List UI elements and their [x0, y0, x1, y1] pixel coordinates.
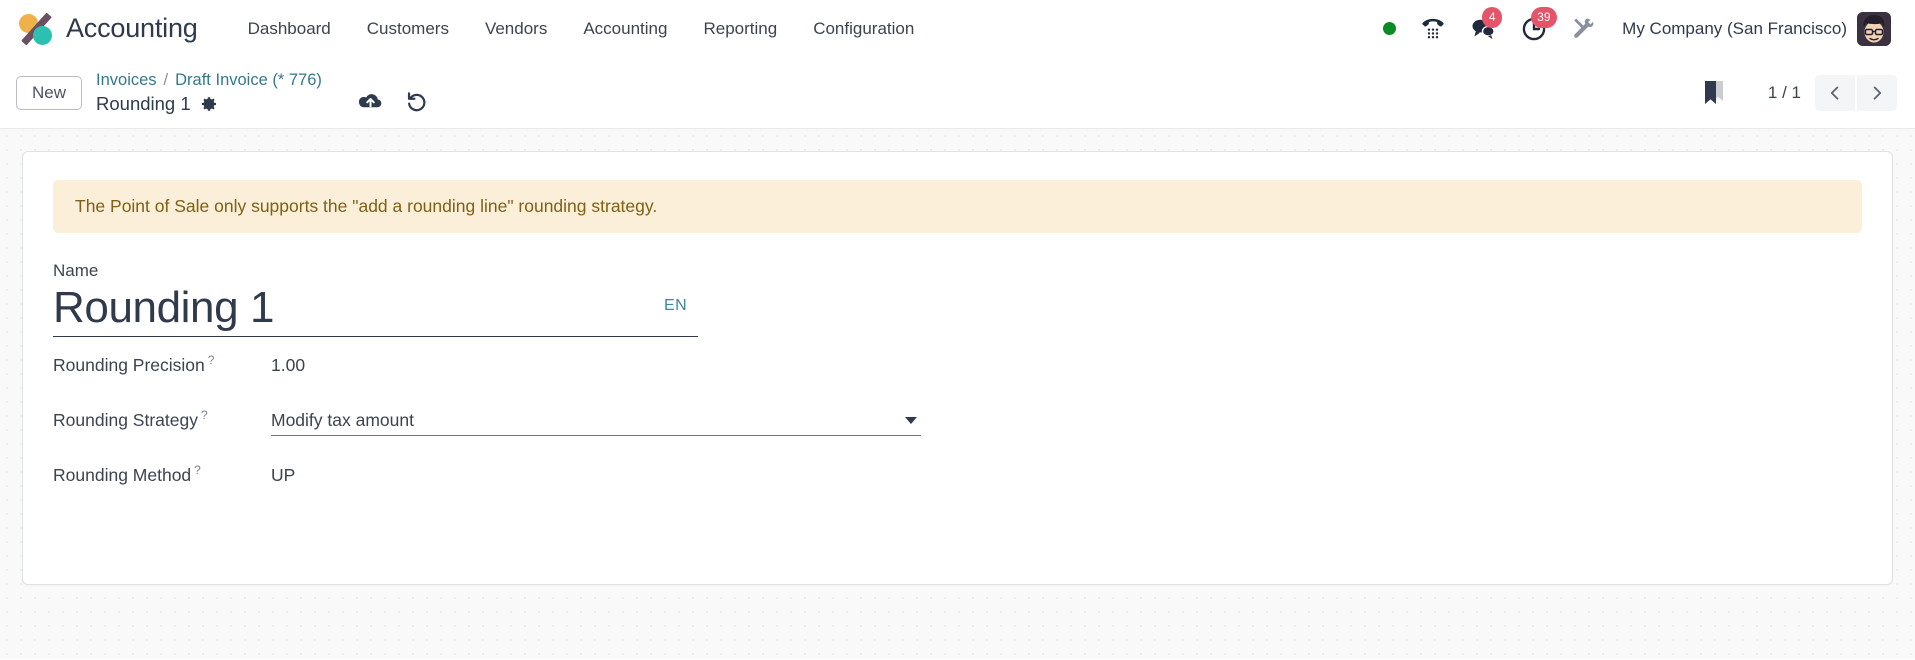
voip-dialpad-button[interactable] [1408, 0, 1458, 57]
cloud-upload-icon[interactable] [358, 91, 383, 113]
warning-alert: The Point of Sale only supports the "add… [53, 180, 1862, 233]
content-area: The Point of Sale only supports the "add… [0, 129, 1915, 659]
breadcrumb: Invoices / Draft Invoice (* 776) Roundin… [96, 69, 322, 116]
name-field-row: EN [53, 282, 1862, 338]
accounting-logo-icon [18, 11, 54, 47]
activities-button[interactable]: 39 [1509, 0, 1559, 57]
presence-status-button[interactable] [1371, 0, 1408, 57]
control-panel-right: 1 / 1 [1692, 73, 1897, 112]
bookmark-icon[interactable] [1692, 73, 1736, 112]
breadcrumb-item-draft-invoice[interactable]: Draft Invoice (* 776) [175, 69, 322, 91]
pager-next-button[interactable] [1857, 74, 1897, 111]
logo-circle-teal [33, 25, 52, 45]
menu-item-vendors[interactable]: Vendors [467, 0, 565, 57]
main-menu: Dashboard Customers Vendors Accounting R… [230, 0, 933, 57]
field-row-rounding-strategy: Rounding Strategy? Modify tax amount [53, 408, 1862, 463]
app-brand[interactable]: Accounting [14, 0, 206, 57]
gear-icon[interactable] [200, 95, 218, 113]
new-record-button[interactable]: New [16, 75, 83, 110]
dialpad-phone-icon [1422, 18, 1444, 38]
record-title: Rounding 1 [96, 93, 191, 115]
form-fields: Rounding Precision? 1.00 Rounding Strate… [53, 353, 1862, 518]
developer-tools-button[interactable] [1559, 0, 1608, 57]
pager: 1 / 1 [1754, 74, 1897, 111]
online-status-icon [1383, 22, 1397, 35]
rounding-strategy-select[interactable]: Modify tax amount [271, 410, 921, 437]
chevron-down-icon[interactable] [905, 417, 917, 425]
pager-previous-button[interactable] [1815, 74, 1855, 111]
record-actions [358, 72, 428, 113]
language-badge[interactable]: EN [664, 297, 687, 315]
menu-item-accounting[interactable]: Accounting [565, 0, 685, 57]
tools-icon [1574, 18, 1594, 38]
pager-value[interactable]: 1 / 1 [1754, 83, 1815, 103]
rounding-method-value[interactable]: UP [271, 464, 295, 487]
name-field-label: Name [53, 260, 99, 280]
help-icon-rounding-precision[interactable]: ? [208, 353, 215, 367]
help-icon-rounding-method[interactable]: ? [194, 463, 201, 477]
form-sheet: The Point of Sale only supports the "add… [22, 151, 1893, 585]
user-avatar[interactable] [1857, 11, 1891, 46]
menu-item-dashboard[interactable]: Dashboard [230, 0, 349, 57]
rounding-precision-label: Rounding Precision? [53, 353, 271, 376]
name-input[interactable] [53, 282, 698, 334]
field-row-rounding-precision: Rounding Precision? 1.00 [53, 353, 1862, 408]
chevron-left-icon [1830, 86, 1839, 99]
rounding-strategy-label-text: Rounding Strategy [53, 410, 198, 431]
company-switcher[interactable]: My Company (San Francisco) [1608, 19, 1857, 39]
breadcrumb-item-invoices[interactable]: Invoices [96, 69, 157, 91]
help-icon-rounding-strategy[interactable]: ? [201, 408, 208, 422]
breadcrumb-current: Rounding 1 [96, 92, 322, 116]
undo-icon[interactable] [405, 90, 428, 113]
messages-count-badge: 4 [1482, 7, 1503, 28]
field-row-rounding-method: Rounding Method? UP [53, 463, 1862, 518]
rounding-precision-value[interactable]: 1.00 [271, 354, 305, 377]
app-name: Accounting [66, 13, 198, 43]
avatar-image [1857, 11, 1891, 46]
menu-item-customers[interactable]: Customers [349, 0, 467, 57]
systray: 4 39 My Company (San Francisco) [1371, 0, 1901, 57]
control-panel: New Invoices / Draft Invoice (* 776) Rou… [0, 57, 1915, 129]
rounding-strategy-value[interactable]: Modify tax amount [271, 410, 905, 431]
top-navbar: Accounting Dashboard Customers Vendors A… [0, 0, 1915, 57]
menu-item-configuration[interactable]: Configuration [795, 0, 932, 57]
breadcrumb-path: Invoices / Draft Invoice (* 776) [96, 69, 322, 91]
menu-item-reporting[interactable]: Reporting [685, 0, 795, 57]
rounding-precision-label-text: Rounding Precision [53, 355, 205, 376]
name-input-wrapper [53, 282, 698, 338]
chevron-right-icon [1873, 86, 1882, 99]
rounding-method-label: Rounding Method? [53, 463, 271, 486]
rounding-method-label-text: Rounding Method [53, 465, 192, 486]
messages-button[interactable]: 4 [1458, 0, 1509, 57]
breadcrumb-separator: / [163, 70, 169, 89]
rounding-strategy-label: Rounding Strategy? [53, 408, 271, 431]
activities-count-badge: 39 [1531, 7, 1557, 28]
